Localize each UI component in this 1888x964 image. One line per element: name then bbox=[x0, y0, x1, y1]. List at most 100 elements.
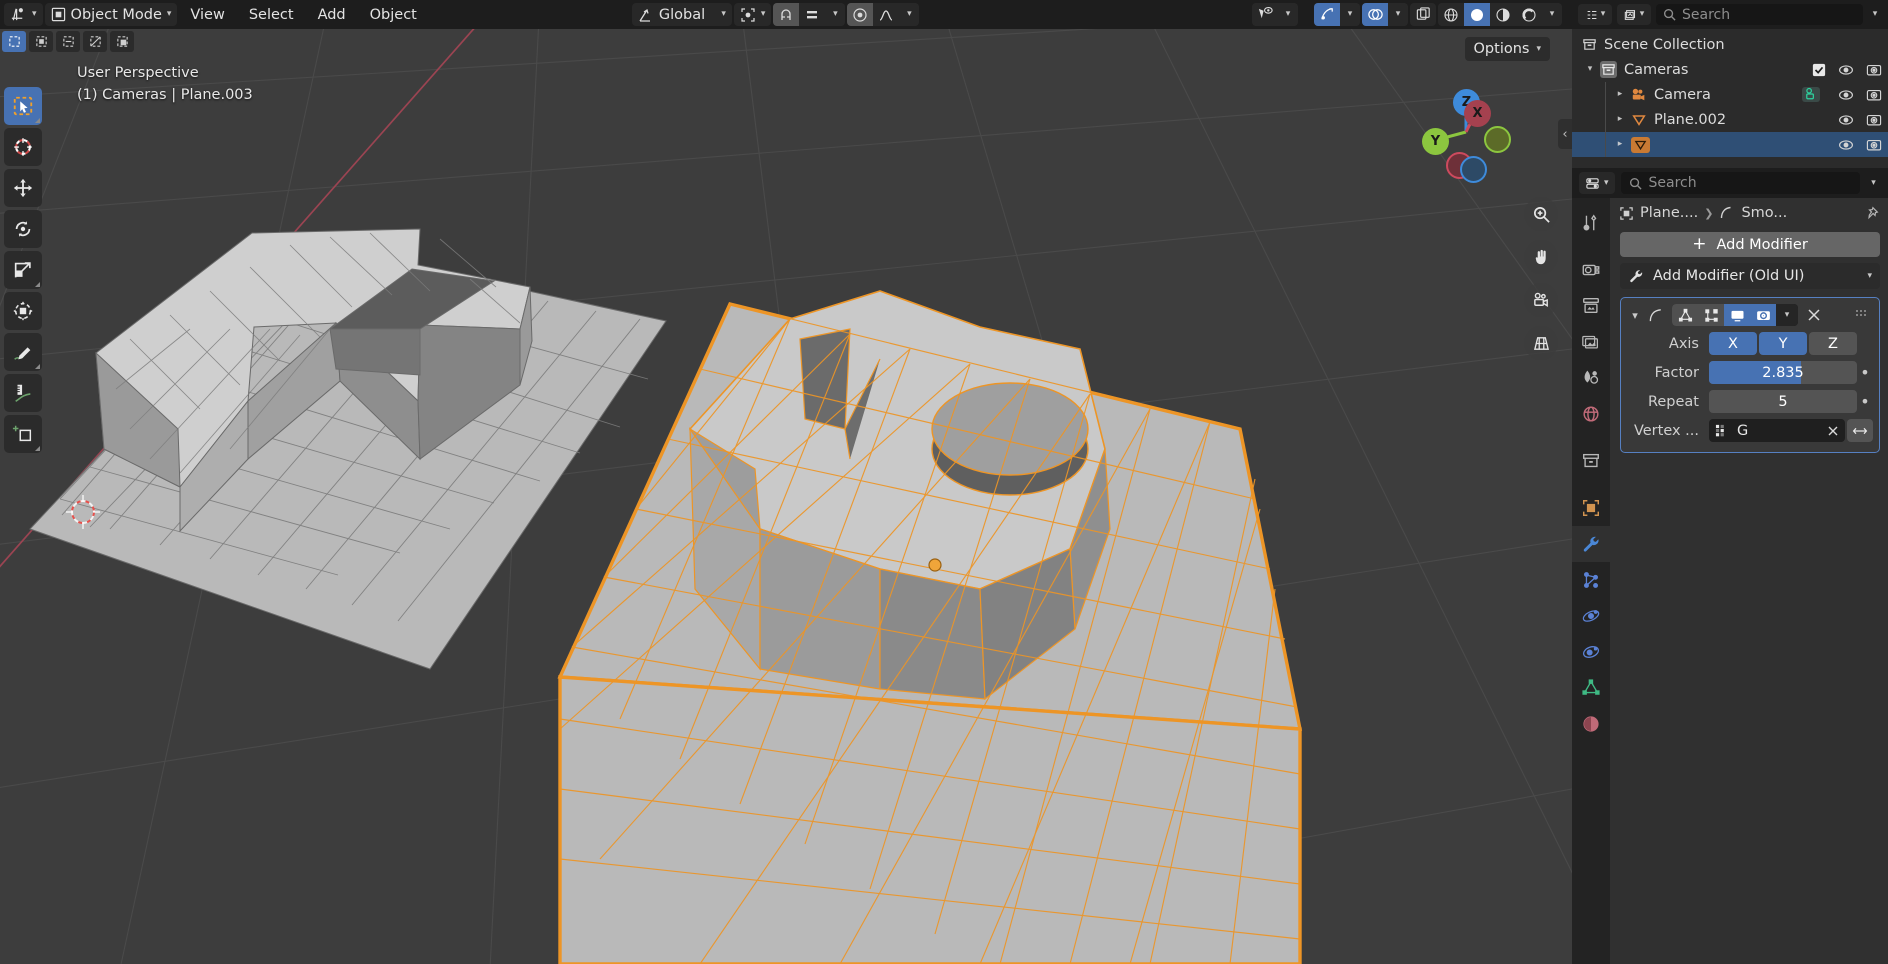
shading-dropdown[interactable]: ▾ bbox=[1542, 3, 1562, 26]
tool-measure[interactable] bbox=[4, 374, 42, 412]
select-mode-extend[interactable] bbox=[29, 31, 53, 52]
menu-select[interactable]: Select bbox=[238, 3, 305, 26]
drag-grip-icon[interactable] bbox=[1855, 309, 1873, 321]
chevron-right-icon[interactable]: ▸ bbox=[1613, 140, 1627, 149]
pin-icon[interactable] bbox=[1864, 206, 1879, 221]
eye-icon[interactable] bbox=[1838, 87, 1854, 103]
properties-tab-modifiers[interactable] bbox=[1572, 526, 1610, 562]
x-icon[interactable] bbox=[1827, 425, 1839, 437]
editor-type-button[interactable]: ▾ bbox=[4, 3, 43, 26]
modifier-edit-mode-toggle[interactable] bbox=[1698, 304, 1724, 326]
outliner-display-mode-button[interactable]: ▾ bbox=[1578, 4, 1612, 25]
snap-magnet-toggle[interactable] bbox=[773, 3, 800, 26]
gizmo-axis-y[interactable]: Y bbox=[1422, 128, 1449, 155]
tool-scale[interactable] bbox=[4, 251, 42, 289]
axis-x-button[interactable]: X bbox=[1709, 332, 1757, 355]
tool-move[interactable] bbox=[4, 169, 42, 207]
properties-search-input[interactable]: Search bbox=[1620, 172, 1860, 194]
eye-icon[interactable] bbox=[1838, 137, 1854, 153]
outliner-header-dropdown[interactable]: ▾ bbox=[1868, 10, 1882, 19]
menu-add[interactable]: Add bbox=[307, 3, 357, 26]
add-modifier-old-ui-button[interactable]: Add Modifier (Old UI) ▾ bbox=[1620, 263, 1880, 289]
proportional-dropdown[interactable]: ▾ bbox=[899, 3, 920, 26]
pan-hand-icon[interactable] bbox=[1524, 240, 1558, 274]
tool-transform[interactable] bbox=[4, 292, 42, 330]
camera-data-badge[interactable] bbox=[1802, 87, 1820, 102]
tool-add-cube[interactable] bbox=[4, 415, 42, 453]
sidebar-collapse-arrow[interactable]: ‹ bbox=[1558, 119, 1572, 149]
close-icon[interactable] bbox=[1803, 304, 1825, 326]
overlays-icon[interactable] bbox=[1362, 3, 1388, 26]
mode-selector[interactable]: Object Mode ▾ bbox=[44, 3, 178, 26]
axis-y-button[interactable]: Y bbox=[1759, 332, 1807, 355]
vertex-group-invert-button[interactable] bbox=[1847, 419, 1873, 442]
chevron-down-icon[interactable]: ▾ bbox=[1583, 65, 1597, 74]
select-mode-set[interactable] bbox=[2, 31, 26, 52]
zoom-icon[interactable] bbox=[1524, 197, 1558, 231]
modifier-render-toggle[interactable] bbox=[1750, 304, 1776, 326]
outliner-row-camera[interactable]: ▸ Camera bbox=[1572, 82, 1888, 107]
viewport-options-button[interactable]: Options ▾ bbox=[1464, 37, 1550, 61]
gizmo-axis-x[interactable]: X bbox=[1464, 100, 1491, 127]
gizmo-axis-y-neg[interactable] bbox=[1484, 126, 1511, 153]
select-mode-invert[interactable] bbox=[83, 31, 107, 52]
tool-annotate[interactable] bbox=[4, 333, 42, 371]
modifier-on-cage-toggle[interactable] bbox=[1672, 304, 1698, 326]
menu-view[interactable]: View bbox=[179, 3, 235, 26]
transform-orientation-selector[interactable]: Global ▾ bbox=[631, 3, 732, 26]
properties-tab-world[interactable] bbox=[1572, 396, 1610, 432]
vertex-group-field[interactable]: G bbox=[1709, 419, 1845, 442]
ortho-persp-icon[interactable] bbox=[1524, 326, 1558, 360]
modifier-realtime-toggle[interactable] bbox=[1724, 304, 1750, 326]
eye-icon[interactable] bbox=[1838, 62, 1854, 78]
overlays-dropdown[interactable]: ▾ bbox=[1388, 3, 1408, 26]
tool-cursor[interactable] bbox=[4, 128, 42, 166]
properties-header-dropdown[interactable]: ▾ bbox=[1866, 178, 1881, 188]
properties-tab-view-layer[interactable] bbox=[1572, 324, 1610, 360]
outliner-row-selected[interactable]: ▸ bbox=[1572, 132, 1888, 157]
properties-tab-constraints[interactable] bbox=[1572, 634, 1610, 670]
camera-view-icon[interactable] bbox=[1524, 283, 1558, 317]
snap-target-button[interactable] bbox=[799, 3, 826, 26]
properties-tab-particles[interactable] bbox=[1572, 562, 1610, 598]
modifier-factor-slider[interactable]: 2.835 bbox=[1709, 361, 1857, 384]
checkbox-icon[interactable] bbox=[1812, 63, 1826, 77]
shading-solid[interactable] bbox=[1464, 3, 1490, 26]
shading-material-preview[interactable] bbox=[1490, 3, 1516, 26]
select-mode-subtract[interactable] bbox=[56, 31, 80, 52]
outliner-search-input[interactable]: Search bbox=[1656, 4, 1863, 25]
properties-tab-render[interactable] bbox=[1572, 252, 1610, 288]
gizmo-axis-z-neg[interactable] bbox=[1460, 156, 1487, 183]
outliner-row-scene-collection[interactable]: Scene Collection bbox=[1572, 32, 1888, 57]
properties-tab-scene[interactable] bbox=[1572, 360, 1610, 396]
xray-icon[interactable] bbox=[1410, 3, 1436, 26]
properties-tab-data[interactable] bbox=[1572, 670, 1610, 706]
chevron-down-icon[interactable]: ▾ bbox=[1627, 310, 1643, 321]
gizmo-dropdown[interactable]: ▾ bbox=[1340, 3, 1360, 26]
outliner-editor[interactable]: ▾ ▾ Search ▾ Scene Collection ▾ Cameras … bbox=[1572, 0, 1888, 168]
shading-rendered[interactable] bbox=[1516, 3, 1542, 26]
modifier-extras-dropdown[interactable]: ▾ bbox=[1776, 304, 1798, 326]
object-visibility-icon[interactable] bbox=[1252, 3, 1278, 26]
properties-tab-output[interactable] bbox=[1572, 288, 1610, 324]
falloff-curve-button[interactable] bbox=[873, 3, 900, 26]
select-mode-intersect[interactable] bbox=[110, 31, 134, 52]
chevron-right-icon[interactable]: ▸ bbox=[1613, 115, 1627, 124]
properties-tab-tool[interactable] bbox=[1572, 205, 1610, 241]
properties-tab-object[interactable] bbox=[1572, 490, 1610, 526]
properties-tab-material[interactable] bbox=[1572, 706, 1610, 742]
eye-icon[interactable] bbox=[1838, 112, 1854, 128]
properties-editor[interactable]: ▾ Search ▾ Plane.... ❯ Smo... + Add Modi… bbox=[1572, 168, 1888, 964]
tool-rotate[interactable] bbox=[4, 210, 42, 248]
properties-editor-type-button[interactable]: ▾ bbox=[1579, 172, 1615, 194]
camera-render-icon[interactable] bbox=[1866, 137, 1882, 153]
pivot-point-selector[interactable]: ▾ bbox=[733, 3, 772, 26]
factor-animate-dot[interactable]: • bbox=[1857, 363, 1873, 382]
modifier-repeat-field[interactable]: 5 bbox=[1709, 390, 1857, 413]
viewport-nav-gizmo[interactable]: Z X Y bbox=[1418, 84, 1514, 183]
breadcrumb-modifier[interactable]: Smo... bbox=[1741, 205, 1787, 221]
tool-tweak-select-box[interactable] bbox=[4, 87, 42, 125]
camera-render-icon[interactable] bbox=[1866, 62, 1882, 78]
chevron-right-icon[interactable]: ▸ bbox=[1613, 90, 1627, 99]
properties-tab-collection[interactable] bbox=[1572, 443, 1610, 479]
